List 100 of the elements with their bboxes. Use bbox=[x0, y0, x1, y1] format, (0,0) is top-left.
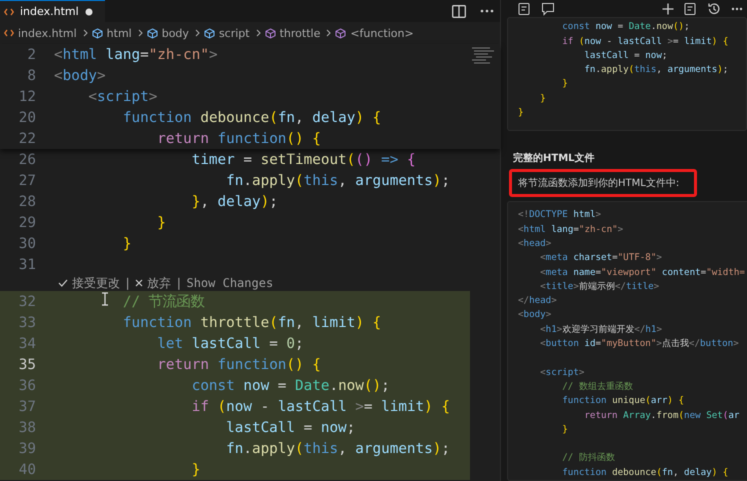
code-line: <body> bbox=[518, 308, 552, 322]
code-line: if (now - lastCall >= limit) { bbox=[192, 398, 450, 414]
line-number: 32 bbox=[18, 294, 37, 310]
note-icon[interactable] bbox=[684, 2, 697, 16]
more-icon[interactable] bbox=[480, 9, 494, 13]
chevron-right-icon bbox=[326, 29, 332, 37]
check-icon bbox=[58, 279, 68, 287]
split-editor-icon[interactable] bbox=[452, 4, 466, 18]
line-number: 34 bbox=[18, 336, 37, 352]
separator-text: | bbox=[124, 276, 132, 290]
line-number: 38 bbox=[18, 420, 37, 436]
history-icon[interactable] bbox=[707, 2, 721, 16]
code-line: function unique(arr) { bbox=[562, 394, 684, 408]
code-line: lastCall = now; bbox=[584, 50, 668, 61]
line-number: 35 bbox=[18, 356, 37, 372]
line-number: 33 bbox=[18, 314, 37, 330]
breadcrumb-item[interactable]: index.html bbox=[18, 26, 77, 40]
chat-icon[interactable] bbox=[541, 2, 555, 16]
more-icon[interactable] bbox=[731, 6, 743, 11]
code-file-icon bbox=[4, 8, 14, 16]
code-line: } bbox=[518, 107, 524, 118]
breadcrumb-item[interactable]: script bbox=[218, 26, 250, 40]
chevron-right-icon bbox=[256, 29, 261, 37]
code-line: let lastCall = 0; bbox=[157, 336, 304, 352]
code-line: <html lang="zh-cn"> bbox=[54, 46, 218, 62]
chevron-right-icon bbox=[138, 29, 143, 37]
code-line: const now = Date.now(); bbox=[562, 21, 690, 32]
code-line: } bbox=[540, 92, 546, 104]
cube-icon bbox=[146, 28, 158, 38]
code-line: function debounce(fn, delay) { bbox=[122, 110, 382, 126]
codelens-link[interactable]: Show Changes bbox=[186, 276, 274, 290]
line-number: 37 bbox=[18, 398, 37, 414]
code-line: } bbox=[562, 78, 568, 90]
close-icon bbox=[135, 279, 144, 287]
code-line: // 节流函数 bbox=[122, 292, 205, 311]
separator-text: | bbox=[175, 276, 182, 290]
line-number: 22 bbox=[18, 130, 37, 146]
breadcrumb-item[interactable]: body bbox=[162, 26, 189, 40]
code-line: } bbox=[122, 236, 132, 252]
code-line: }, delay); bbox=[192, 194, 278, 210]
code-line: <meta name="viewport" content="width= bbox=[540, 266, 745, 280]
chevron-right-icon bbox=[82, 29, 88, 37]
code-line: return function() { bbox=[157, 130, 321, 146]
line-number: 28 bbox=[18, 194, 37, 210]
text-cursor-icon bbox=[101, 292, 109, 306]
line-number: 36 bbox=[18, 378, 37, 394]
line-number: 30 bbox=[18, 236, 37, 252]
code-line: <script> bbox=[540, 366, 584, 380]
line-number: 27 bbox=[18, 172, 37, 188]
code-line: if (now - lastCall >= limit) { bbox=[562, 36, 728, 47]
code-line: <script> bbox=[88, 88, 158, 104]
code-line: <html lang="zh-cn"> bbox=[518, 222, 624, 237]
code-line: } bbox=[157, 214, 166, 230]
code-line: <!DOCTYPE html> bbox=[518, 208, 602, 222]
code-line: function debounce(fn, delay) { bbox=[562, 466, 728, 480]
chevron-right-icon bbox=[194, 29, 200, 37]
code-line: timer = setTimeout(() => { bbox=[192, 152, 416, 168]
code-line: // 数组去重函数 bbox=[562, 380, 633, 394]
line-number: 8 bbox=[26, 68, 37, 84]
codelens-link[interactable]: 放弃 bbox=[147, 274, 172, 292]
line-number: 40 bbox=[18, 462, 37, 478]
code-line: <h1>欢迎学习前端开发</h1> bbox=[540, 322, 662, 337]
cube-icon bbox=[335, 28, 346, 38]
code-line: return Array.from(new Set(ar bbox=[584, 408, 740, 423]
breadcrumb-item[interactable]: throttle bbox=[280, 26, 320, 40]
minimap-drawing bbox=[470, 46, 496, 66]
cube-icon bbox=[204, 28, 215, 38]
code-line: fn.apply(this, arguments); bbox=[226, 172, 450, 188]
code-line: // 防抖函数 bbox=[562, 451, 615, 466]
code-line: function throttle(fn, limit) { bbox=[122, 314, 382, 330]
line-number: 26 bbox=[18, 152, 37, 168]
line-number: 31 bbox=[18, 256, 37, 272]
line-number: 39 bbox=[18, 440, 37, 456]
code-line: } bbox=[562, 422, 568, 437]
cube-icon bbox=[92, 28, 103, 38]
code-line: fn.apply(this, arguments); bbox=[584, 64, 728, 76]
breadcrumb-item[interactable]: html bbox=[106, 26, 132, 40]
intro-text: 将节流函数添加到你的HTML文件中: bbox=[509, 169, 697, 198]
code-line: const now = Date.now(); bbox=[192, 378, 390, 394]
code-line: fn.apply(this, arguments); bbox=[226, 440, 450, 456]
code-line: <button id="myButton">点击我</button> bbox=[540, 337, 739, 352]
note-icon[interactable] bbox=[518, 2, 531, 16]
code-line: lastCall = now; bbox=[226, 420, 356, 436]
code-line: <body> bbox=[54, 68, 106, 84]
section-heading: 完整的HTML文件 bbox=[513, 151, 596, 166]
code-line: } bbox=[192, 462, 200, 478]
code-line: </head> bbox=[518, 294, 557, 308]
code-line: return function() { bbox=[157, 356, 321, 372]
line-number: 12 bbox=[18, 88, 37, 104]
line-number: 20 bbox=[18, 110, 37, 126]
cube-icon bbox=[264, 28, 276, 38]
code-line: <meta charset="UTF-8"> bbox=[540, 251, 662, 266]
code-line: <head> bbox=[518, 236, 552, 251]
plus-icon[interactable] bbox=[662, 2, 674, 15]
editor-tab[interactable]: index.html bbox=[0, 0, 105, 22]
codelens-link[interactable]: 接受更改 bbox=[72, 274, 120, 292]
line-number: 29 bbox=[18, 214, 37, 230]
line-number: 2 bbox=[26, 46, 37, 62]
breadcrumb-item[interactable]: <function> bbox=[350, 26, 414, 40]
code-file-icon bbox=[4, 29, 14, 37]
